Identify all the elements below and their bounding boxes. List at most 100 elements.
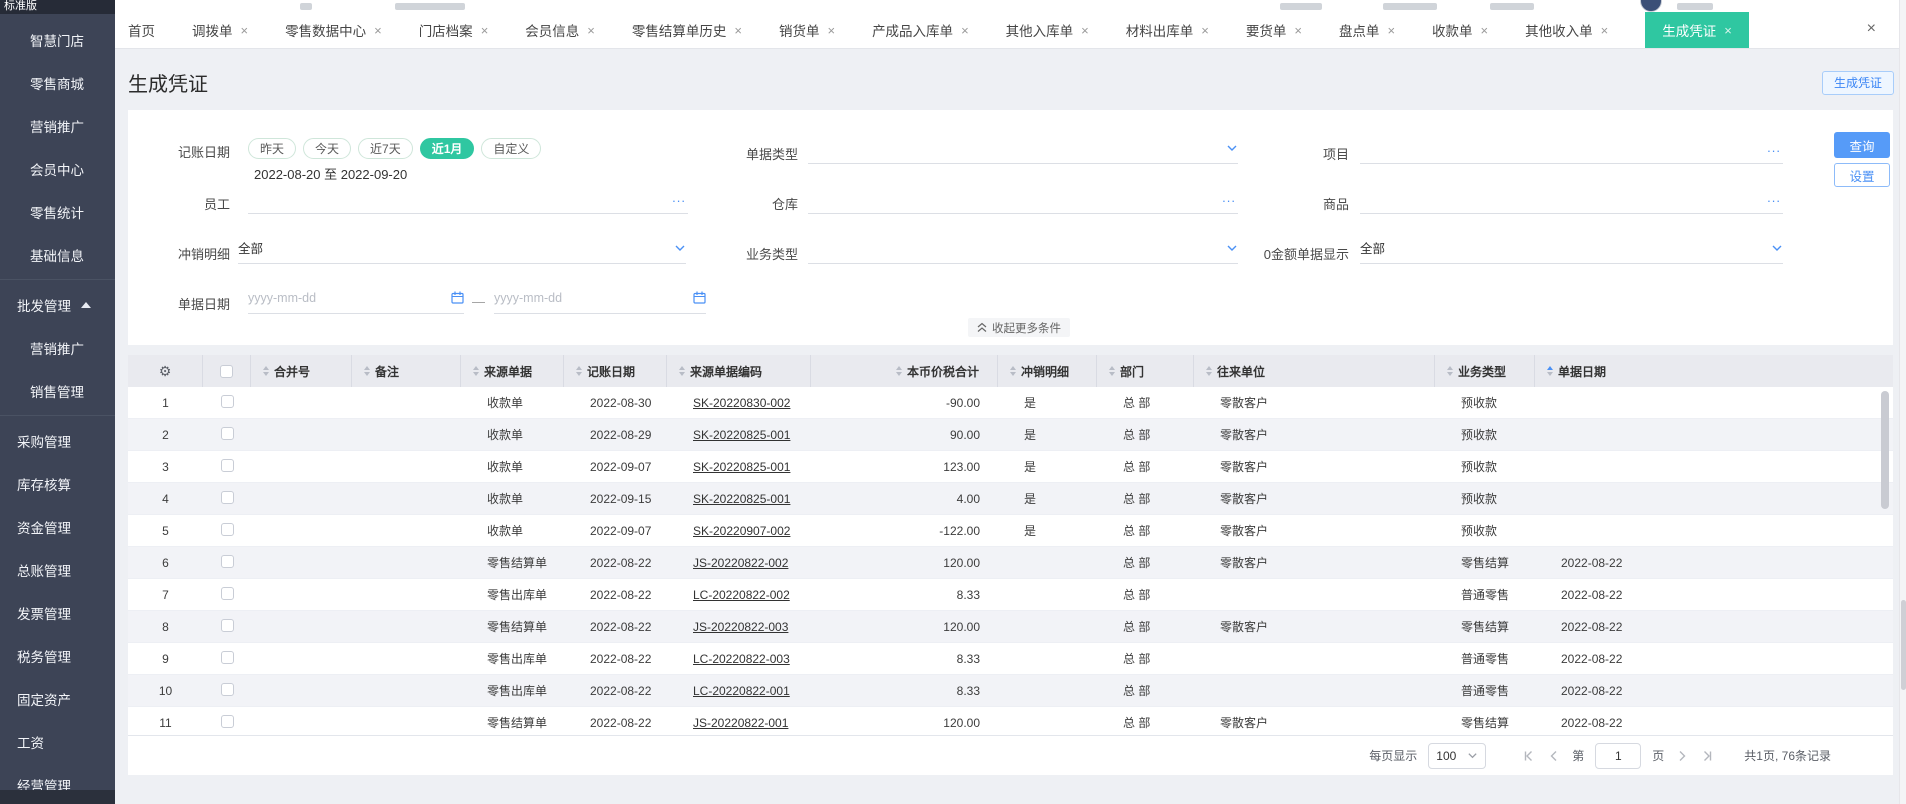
doc-type-input[interactable] — [808, 140, 1226, 155]
scrollbar-thumb[interactable] — [1881, 391, 1889, 509]
generate-voucher-button[interactable]: 生成凭证 — [1822, 70, 1894, 95]
tab-generate-voucher[interactable]: 生成凭证 × — [1645, 12, 1749, 48]
warehouse-picker[interactable]: ... — [808, 182, 1238, 214]
row-checkbox[interactable] — [203, 650, 251, 667]
sidebar-item-purchase-management[interactable]: 采购管理 — [0, 419, 115, 462]
row-checkbox[interactable] — [203, 554, 251, 571]
support-icon[interactable] — [1490, 3, 1534, 10]
source-doc-link[interactable]: JS-20220822-001 — [693, 716, 788, 730]
tab-goods-request[interactable]: 要货单 × — [1246, 12, 1302, 48]
sidebar-item-tax-management[interactable]: 税务管理 — [0, 634, 115, 677]
cell-source-doc-code[interactable]: JS-20220822-003 — [667, 620, 811, 634]
employee-picker[interactable]: ... — [248, 182, 688, 214]
checkbox-icon[interactable] — [220, 650, 234, 664]
sidebar-item-general-ledger[interactable]: 总账管理 — [0, 548, 115, 591]
table-scrollbar[interactable] — [1881, 391, 1889, 731]
cell-source-doc-code[interactable]: SK-20220907-002 — [667, 524, 811, 538]
row-checkbox[interactable] — [203, 714, 251, 731]
column-header-department[interactable]: 部门 — [1097, 355, 1194, 387]
last-page-icon[interactable] — [1700, 749, 1714, 763]
row-checkbox[interactable] — [203, 490, 251, 507]
doc-date-start[interactable] — [248, 282, 464, 314]
tab-close-icon[interactable]: × — [1294, 23, 1302, 38]
tab-member-info[interactable]: 会员信息 × — [525, 12, 595, 48]
settings-button[interactable]: 设置 — [1834, 163, 1890, 187]
row-checkbox[interactable] — [203, 586, 251, 603]
column-settings-gear-icon[interactable]: ⚙ — [128, 355, 203, 387]
sidebar-item-smart-store[interactable]: 智慧门店 — [0, 18, 115, 61]
sidebar-item-marketing-promotion[interactable]: 营销推广 — [0, 104, 115, 147]
checkbox-icon[interactable] — [220, 490, 234, 504]
checkbox-icon[interactable] — [220, 364, 233, 378]
table-row[interactable]: 3 收款单 2022-09-07 SK-20220825-001 123.00 是 总 部 零… — [128, 451, 1893, 483]
sidebar-item-member-center[interactable]: 会员中心 — [0, 147, 115, 190]
sidebar-item-inventory-accounting[interactable]: 库存核算 — [0, 462, 115, 505]
cell-source-doc-code[interactable]: JS-20220822-002 — [667, 556, 811, 570]
sort-arrows-icon[interactable] — [1206, 366, 1212, 376]
doc-type-select[interactable] — [808, 132, 1238, 164]
cell-source-doc-code[interactable]: SK-20220825-001 — [667, 460, 811, 474]
offset-detail-select[interactable]: 全部 — [238, 232, 686, 264]
table-row[interactable]: 10 零售出库单 2022-08-22 LC-20220822-001 8.33 总 部 普… — [128, 675, 1893, 707]
zero-amount-select[interactable]: 全部 — [1360, 232, 1783, 264]
tab-store-archive[interactable]: 门店档案 × — [419, 12, 489, 48]
table-row[interactable]: 7 零售出库单 2022-08-22 LC-20220822-002 8.33 总 部 普通… — [128, 579, 1893, 611]
window-scrollbar[interactable] — [1899, 0, 1906, 804]
column-header-note[interactable]: 备注 — [352, 355, 461, 387]
tab-close-icon[interactable]: × — [961, 23, 969, 38]
doc-date-end-input[interactable] — [494, 290, 693, 305]
source-doc-link[interactable]: SK-20220907-002 — [693, 524, 790, 538]
user-avatar[interactable] — [1640, 0, 1662, 12]
cell-source-doc-code[interactable]: JS-20220822-001 — [667, 716, 811, 730]
tab-stocktake[interactable]: 盘点单 × — [1339, 12, 1395, 48]
message-icon[interactable] — [1280, 3, 1322, 10]
column-header-accounting-date[interactable]: 记账日期 — [564, 355, 667, 387]
tab-transfer-order[interactable]: 调拨单 × — [192, 12, 248, 48]
sidebar-item-fixed-assets[interactable]: 固定资产 — [0, 677, 115, 720]
tab-close-icon[interactable]: × — [1481, 23, 1489, 38]
sidebar-item-funds-management[interactable]: 资金管理 — [0, 505, 115, 548]
cell-source-doc-code[interactable]: LC-20220822-003 — [667, 652, 811, 666]
cell-source-doc-code[interactable]: LC-20220822-001 — [667, 684, 811, 698]
select-all-checkbox[interactable] — [203, 355, 251, 387]
table-row[interactable]: 2 收款单 2022-08-29 SK-20220825-001 90.00 是 总 部 零散… — [128, 419, 1893, 451]
scrollbar-thumb[interactable] — [1901, 600, 1906, 690]
tab-close-icon[interactable]: × — [374, 23, 382, 38]
column-header-source-doc-code[interactable]: 来源单据编码 — [667, 355, 811, 387]
sidebar-item-wholesale-marketing-promotion[interactable]: 营销推广 — [0, 326, 115, 369]
project-input[interactable] — [1360, 140, 1768, 155]
sidebar-item-retail-statistics[interactable]: 零售统计 — [0, 190, 115, 233]
row-checkbox[interactable] — [203, 618, 251, 635]
sort-arrows-icon[interactable] — [473, 366, 479, 376]
tab-close-icon[interactable]: × — [734, 23, 742, 38]
source-doc-link[interactable]: SK-20220825-001 — [693, 492, 790, 506]
checkbox-icon[interactable] — [220, 682, 234, 696]
first-page-icon[interactable] — [1522, 749, 1536, 763]
column-header-source-doc[interactable]: 来源单据 — [461, 355, 564, 387]
date-preset-custom[interactable]: 自定义 — [481, 138, 542, 159]
table-row[interactable]: 5 收款单 2022-09-07 SK-20220907-002 -122.00 是 总 部… — [128, 515, 1893, 547]
collapse-more-conditions-button[interactable]: 收起更多条件 — [968, 318, 1070, 337]
column-header-merge-no[interactable]: 合并号 — [251, 355, 352, 387]
checkbox-icon[interactable] — [220, 714, 234, 728]
tab-retail-data-center[interactable]: 零售数据中心 × — [285, 12, 382, 48]
row-checkbox[interactable] — [203, 522, 251, 539]
goods-picker[interactable]: ... — [1360, 182, 1783, 214]
app-download-icon[interactable] — [1383, 3, 1437, 10]
sort-arrows-icon[interactable] — [1010, 366, 1016, 376]
checkbox-icon[interactable] — [220, 458, 234, 472]
tab-receipt-order[interactable]: 收款单 × — [1432, 12, 1488, 48]
sort-arrows-icon[interactable] — [576, 366, 582, 376]
tab-close-icon[interactable]: × — [587, 23, 595, 38]
tab-close-icon[interactable]: × — [1724, 23, 1732, 38]
checkbox-icon[interactable] — [220, 554, 234, 568]
tab-close-icon[interactable]: × — [481, 23, 489, 38]
cell-source-doc-code[interactable]: SK-20220825-001 — [667, 492, 811, 506]
prev-page-icon[interactable] — [1547, 749, 1561, 763]
column-header-amount-incl-tax[interactable]: 本币价税合计 — [811, 355, 998, 387]
table-row[interactable]: 8 零售结算单 2022-08-22 JS-20220822-003 120.00 总 部… — [128, 611, 1893, 643]
table-row[interactable]: 4 收款单 2022-09-15 SK-20220825-001 4.00 是 总 部 零散客… — [128, 483, 1893, 515]
page-input[interactable] — [1595, 742, 1642, 769]
query-button[interactable]: 查询 — [1834, 132, 1890, 158]
table-row[interactable]: 1 收款单 2022-08-30 SK-20220830-002 -90.00 是 总 部 零… — [128, 387, 1893, 419]
